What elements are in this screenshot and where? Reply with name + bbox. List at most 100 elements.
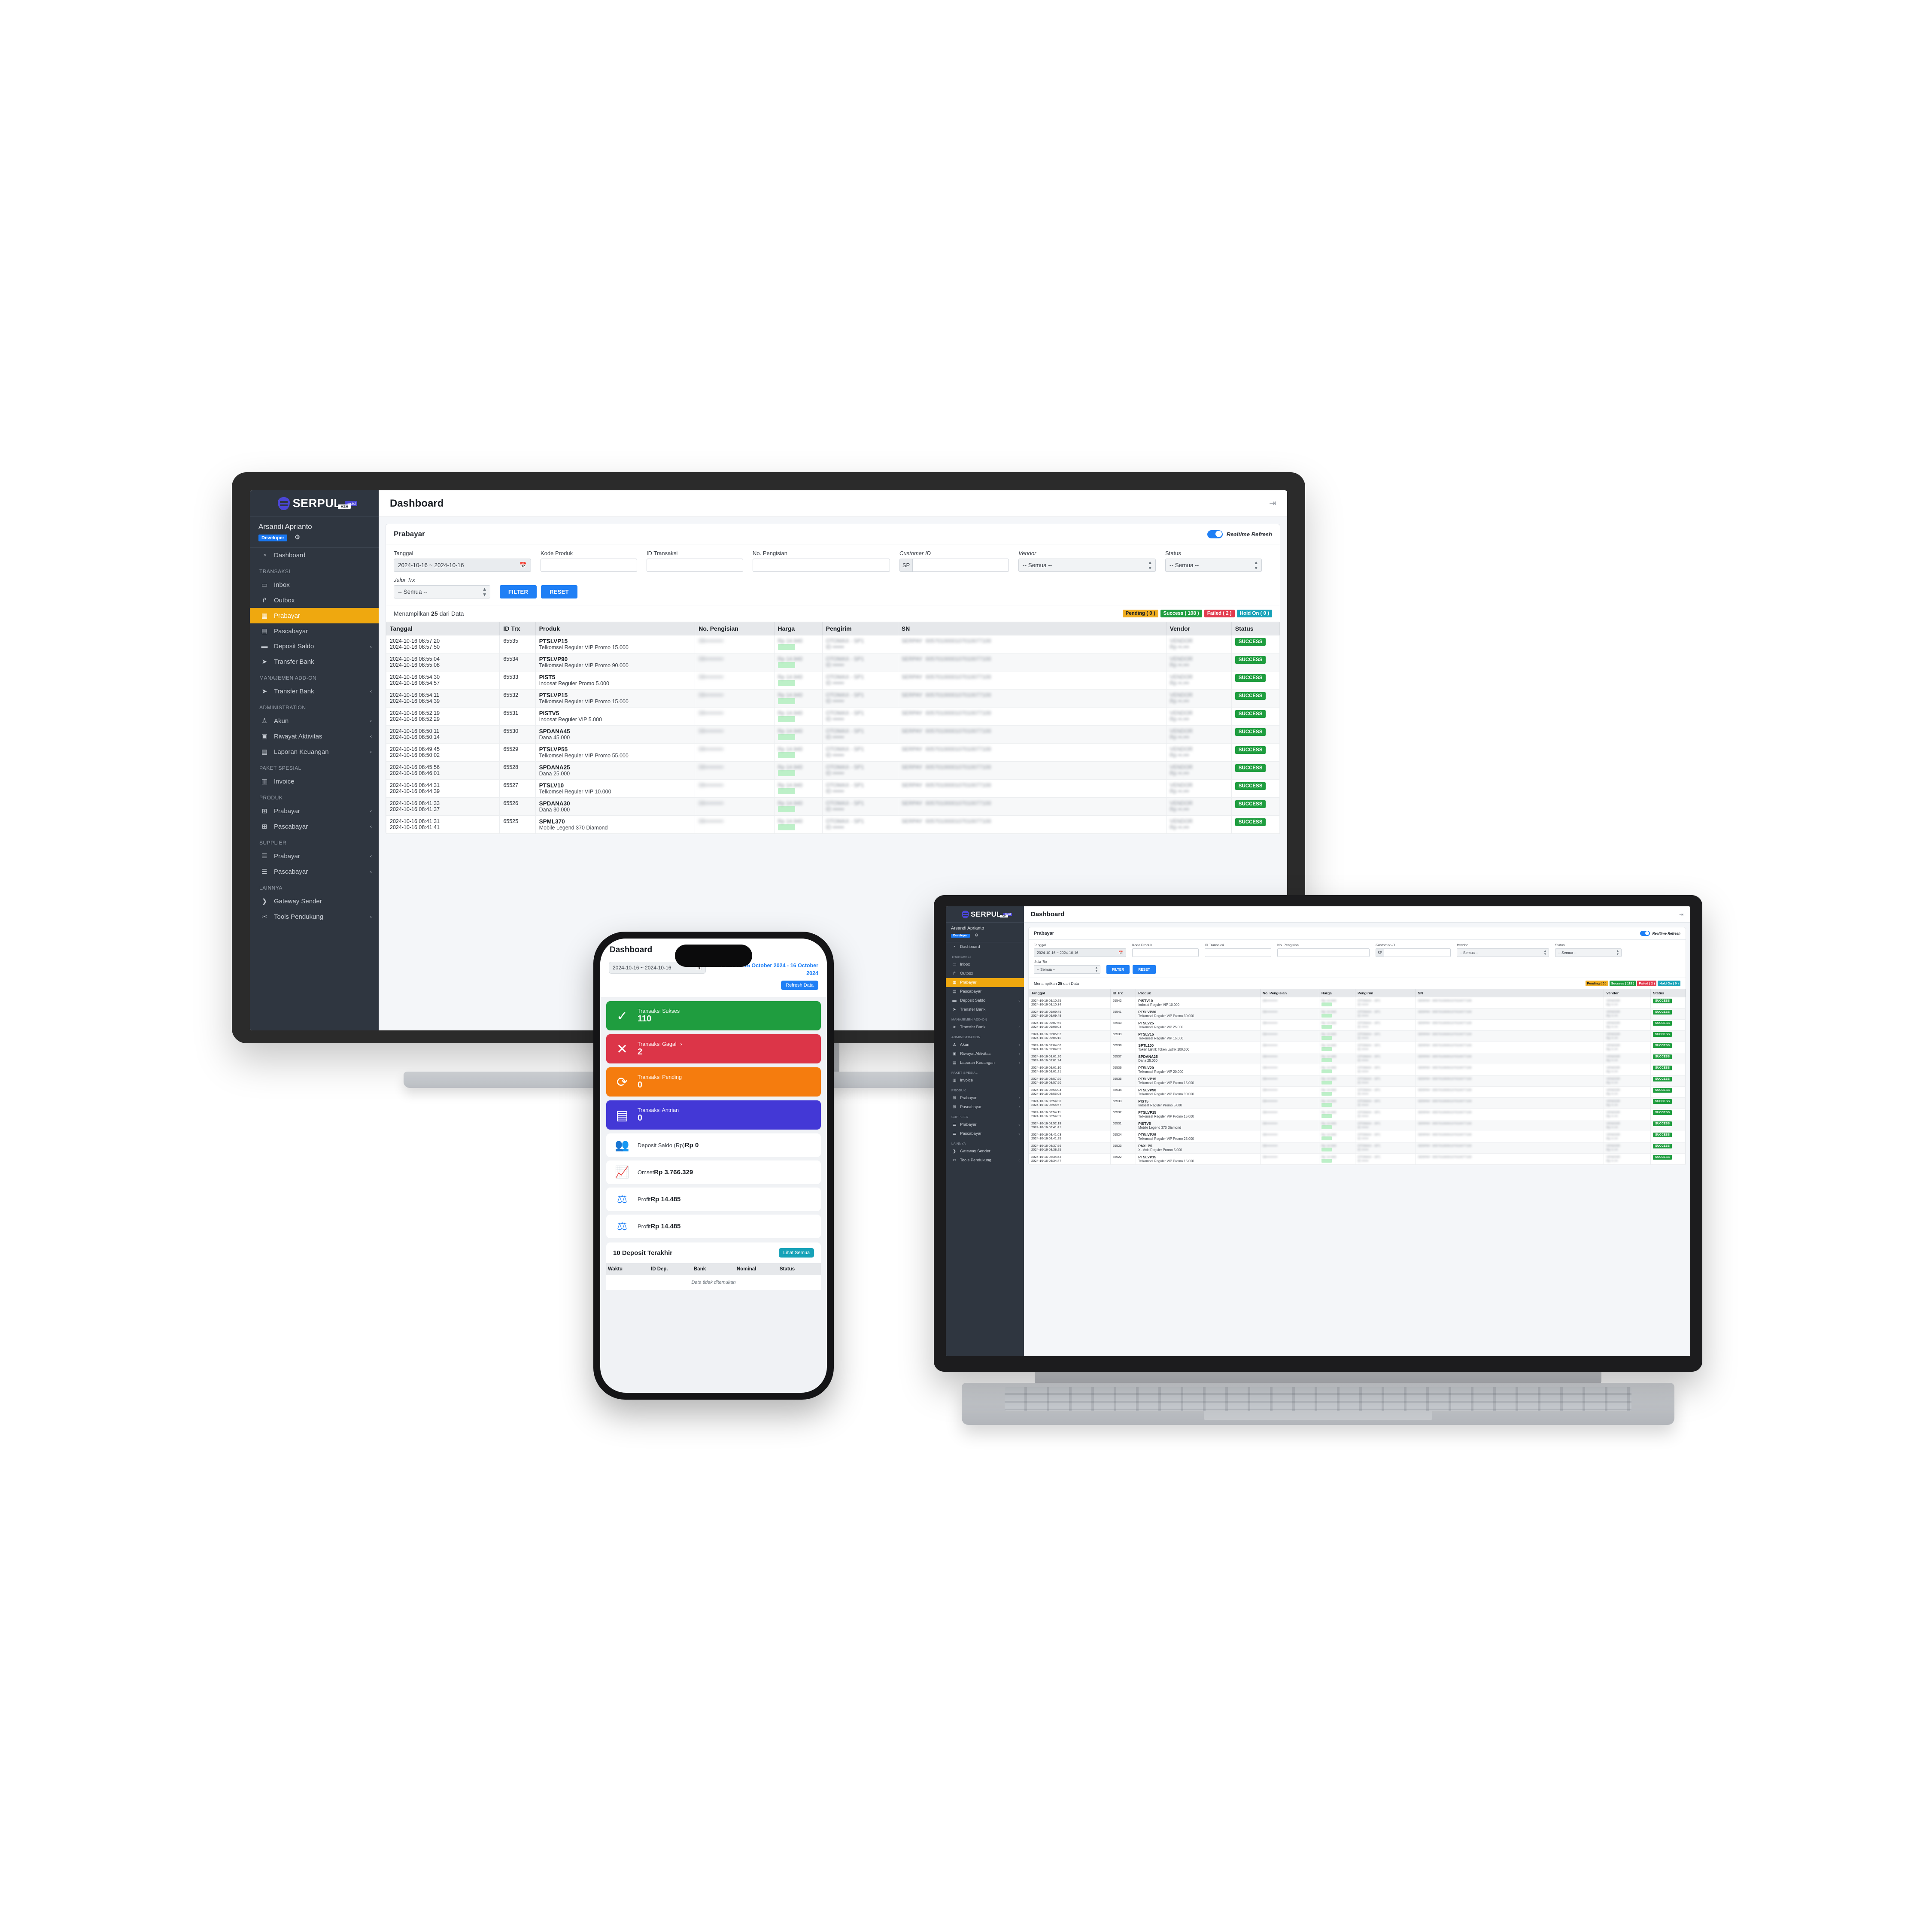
table-row[interactable]: 2024-10-16 09:01:20 2024-10-16 09:01:24 65… — [1029, 1053, 1686, 1064]
table-row[interactable]: 2024-10-16 08:57:20 2024-10-16 08:57:50 65… — [386, 635, 1280, 653]
sidebar-item-outbox[interactable]: ↱ Outbox — [250, 592, 379, 608]
sidebar-item-prabayar[interactable]: ☰ Prabayar ‹ — [250, 848, 379, 864]
calendar-icon[interactable]: 📅 — [519, 562, 527, 569]
vendor-select[interactable]: -- Semua -- ▴ ▾ — [1457, 948, 1549, 957]
calendar-icon[interactable]: 📅 — [1118, 951, 1123, 955]
sidebar-item-inbox[interactable]: ▭ Inbox — [946, 960, 1024, 969]
table-row[interactable]: 2024-10-16 08:54:30 2024-10-16 08:54:57 65… — [1029, 1097, 1686, 1109]
sidebar-item-inbox[interactable]: ▭ Inbox — [250, 577, 379, 592]
phone-stat-card[interactable]: ✕ Transaksi Gagal › 2 — [606, 1034, 821, 1063]
sidebar-item-tools-pendukung[interactable]: ✂ Tools Pendukung ‹ — [250, 909, 379, 924]
table-row[interactable]: 2024-10-16 08:54:11 2024-10-16 08:54:39 65… — [386, 689, 1280, 708]
table-row[interactable]: 2024-10-16 08:49:45 2024-10-16 08:50:02 65… — [386, 743, 1280, 762]
sidebar-item-prabayar[interactable]: ⊞ Prabayar ‹ — [250, 803, 379, 819]
status-pill[interactable]: Failed ( 2 ) — [1637, 981, 1657, 986]
brand-logo[interactable]: SERPUL co.id H2H — [946, 906, 1024, 923]
sidebar-item-prabayar[interactable]: ☰ Prabayar ‹ — [946, 1120, 1024, 1129]
sidebar-item-transfer-bank[interactable]: ➤ Transfer Bank — [946, 1005, 1024, 1014]
table-row[interactable]: 2024-10-16 09:07:55 2024-10-16 09:08:03 65… — [1029, 1019, 1686, 1031]
chevron-right-icon[interactable]: › — [680, 1041, 682, 1047]
sidebar-item-deposit-saldo[interactable]: ▬ Deposit Saldo ‹ — [250, 639, 379, 654]
sidebar-item-outbox[interactable]: ↱ Outbox — [946, 969, 1024, 978]
reset-button[interactable]: RESET — [541, 585, 577, 598]
status-pill[interactable]: Pending ( 0 ) — [1585, 981, 1608, 986]
sidebar-item-dashboard[interactable]: ◔ Dashboard — [946, 942, 1024, 951]
table-row[interactable]: 2024-10-16 08:57:20 2024-10-16 08:57:50 65… — [1029, 1075, 1686, 1087]
phone-metric-row[interactable]: ⚖ ProfitRp 14.485 — [606, 1188, 821, 1211]
realtime-refresh-toggle[interactable]: Realtime Refresh — [1207, 530, 1272, 538]
logout-icon[interactable]: ⇥ — [1269, 498, 1276, 508]
column-header-status[interactable]: Status — [1650, 989, 1686, 997]
realtime-refresh-toggle[interactable]: Realtime Refresh — [1640, 931, 1680, 936]
table-row[interactable]: 2024-10-16 08:54:11 2024-10-16 08:54:39 65… — [1029, 1109, 1686, 1120]
customer-id-input[interactable] — [1384, 948, 1451, 957]
column-header-sn[interactable]: SN — [897, 622, 1166, 635]
column-header-id-trx[interactable]: ID Trx — [499, 622, 536, 635]
column-header-pengirim[interactable]: Pengirim — [1355, 989, 1416, 997]
column-header-tanggal[interactable]: Tanggal — [1029, 989, 1111, 997]
date-range-input[interactable]: 2024-10-16 ~ 2024-10-16 📅 — [1034, 948, 1126, 957]
sidebar-item-gateway-sender[interactable]: ❯ Gateway Sender — [250, 893, 379, 909]
sidebar-item-pascabayar[interactable]: ⊞ Pascabayar ‹ — [946, 1103, 1024, 1112]
sidebar-item-akun[interactable]: ♙ Akun ‹ — [946, 1040, 1024, 1049]
table-row[interactable]: 2024-10-16 08:55:04 2024-10-16 08:55:08 65… — [1029, 1086, 1686, 1098]
no-pengisian-input[interactable] — [1277, 948, 1370, 957]
table-row[interactable]: 2024-10-16 08:52:19 2024-10-16 08:41:41 65… — [1029, 1120, 1686, 1131]
phone-lihat-semua-button[interactable]: Lihat Semua — [779, 1248, 814, 1258]
table-row[interactable]: 2024-10-16 09:04:00 2024-10-16 09:04:05 65… — [1029, 1042, 1686, 1053]
table-row[interactable]: 2024-10-16 08:44:31 2024-10-16 08:44:39 65… — [386, 779, 1280, 798]
column-header-vendor[interactable]: Vendor — [1166, 622, 1232, 635]
column-header-sn[interactable]: SN — [1415, 989, 1604, 997]
table-row[interactable]: 2024-10-16 08:50:11 2024-10-16 08:50:14 65… — [386, 725, 1280, 744]
status-select[interactable]: -- Semua -- ▴ ▾ — [1165, 559, 1262, 572]
sidebar-item-prabayar[interactable]: ▦ Prabayar — [946, 978, 1024, 987]
table-row[interactable]: 2024-10-16 08:41:33 2024-10-16 08:41:37 65… — [386, 797, 1280, 816]
status-pill[interactable]: Hold On ( 0 ) — [1236, 610, 1272, 617]
sidebar-item-invoice[interactable]: ▥ Invoice — [946, 1076, 1024, 1085]
reset-button[interactable]: RESET — [1133, 965, 1156, 974]
table-row[interactable]: 2024-10-16 08:37:56 2024-10-16 08:38:25 65… — [1029, 1142, 1686, 1154]
column-header-produk[interactable]: Produk — [535, 622, 696, 635]
sidebar-item-pascabayar[interactable]: ☰ Pascabayar ‹ — [250, 864, 379, 879]
phone-metric-row[interactable]: ⚖ ProfitRp 14.485 — [606, 1215, 821, 1238]
sidebar-item-prabayar[interactable]: ⊞ Prabayar ‹ — [946, 1094, 1024, 1103]
gear-icon[interactable]: ⚙ — [295, 533, 300, 541]
sidebar-item-pascabayar[interactable]: ▤ Pascabayar — [250, 623, 379, 639]
sidebar-item-prabayar[interactable]: ▦ Prabayar — [250, 608, 379, 623]
toggle-switch[interactable] — [1640, 931, 1650, 936]
sidebar-item-pascabayar[interactable]: ⊞ Pascabayar ‹ — [250, 819, 379, 834]
status-pill[interactable]: Success ( 108 ) — [1160, 610, 1202, 617]
sidebar-item-akun[interactable]: ♙ Akun ‹ — [250, 713, 379, 729]
sidebar-item-pascabayar[interactable]: ▤ Pascabayar — [946, 987, 1024, 996]
date-range-input[interactable]: 2024-10-16 ~ 2024-10-16 📅 — [394, 559, 531, 572]
sidebar-item-tools-pendukung[interactable]: ✂ Tools Pendukung ‹ — [946, 1156, 1024, 1165]
table-row[interactable]: 2024-10-16 09:01:10 2024-10-16 09:01:21 65… — [1029, 1064, 1686, 1075]
column-header-harga[interactable]: Harga — [774, 622, 823, 635]
phone-stat-card[interactable]: ✓ Transaksi Sukses 110 — [606, 1001, 821, 1030]
id-transaksi-input[interactable] — [1205, 948, 1271, 957]
table-row[interactable]: 2024-10-16 09:09:45 2024-10-16 09:09:49 65… — [1029, 1008, 1686, 1020]
table-row[interactable]: 2024-10-16 08:54:30 2024-10-16 08:54:57 65… — [386, 671, 1280, 690]
table-row[interactable]: 2024-10-16 09:05:02 2024-10-16 09:05:11 65… — [1029, 1030, 1686, 1042]
column-header-produk[interactable]: Produk — [1136, 989, 1261, 997]
gear-icon[interactable]: ⚙ — [975, 933, 978, 938]
column-header-tanggal[interactable]: Tanggal — [386, 622, 500, 635]
sidebar-item-transfer-bank[interactable]: ➤ Transfer Bank ‹ — [250, 683, 379, 699]
sidebar-item-riwayat-aktivitas[interactable]: ▣ Riwayat Aktivitas ‹ — [946, 1049, 1024, 1058]
sidebar-item-deposit-saldo[interactable]: ▬ Deposit Saldo ‹ — [946, 996, 1024, 1005]
column-header-status[interactable]: Status — [1231, 622, 1280, 635]
column-header-pengirim[interactable]: Pengirim — [822, 622, 898, 635]
filter-button[interactable]: FILTER — [1106, 965, 1130, 974]
sidebar-item-pascabayar[interactable]: ☰ Pascabayar ‹ — [946, 1129, 1024, 1138]
status-pill[interactable]: Success ( 115 ) — [1609, 981, 1636, 986]
sidebar-item-laporan-keuangan[interactable]: ▤ Laporan Keuangan ‹ — [250, 744, 379, 759]
brand-logo[interactable]: SERPUL co.id H2H — [250, 490, 379, 517]
status-pill[interactable]: Hold On ( 0 ) — [1658, 981, 1680, 986]
table-row[interactable]: 2024-10-16 08:45:56 2024-10-16 08:46:01 65… — [386, 761, 1280, 780]
filter-button[interactable]: FILTER — [500, 585, 537, 598]
no-pengisian-input[interactable] — [753, 559, 890, 572]
sidebar-item-gateway-sender[interactable]: ❯ Gateway Sender — [946, 1147, 1024, 1156]
table-row[interactable]: 2024-10-16 08:41:31 2024-10-16 08:41:41 65… — [386, 815, 1280, 834]
sidebar-item-transfer-bank[interactable]: ➤ Transfer Bank — [250, 654, 379, 669]
status-select[interactable]: -- Semua -- ▴ ▾ — [1555, 948, 1622, 957]
